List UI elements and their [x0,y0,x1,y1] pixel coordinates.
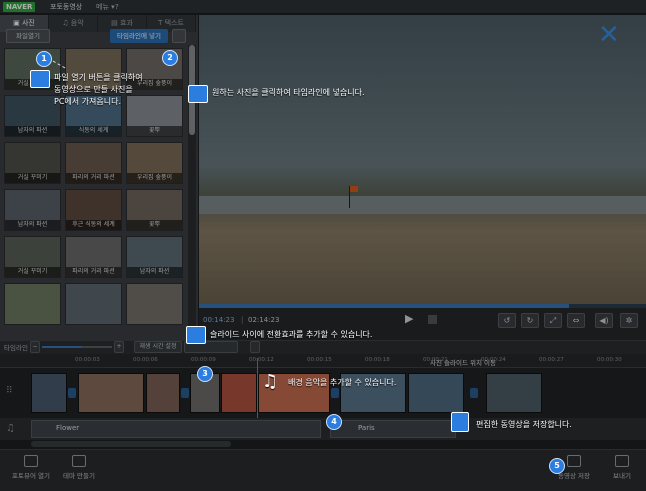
step-badge-2: 2 [162,50,178,66]
step-badge-3: 3 [197,366,213,382]
save-callout-icon [451,412,469,432]
monitor-icon [30,70,50,88]
step-badge-5: 5 [549,458,565,474]
callout-music: 배경 음악을 추가할 수 있습니다. [288,378,397,387]
callout-save: 편집한 동영상을 저장합니다. [476,420,572,429]
film-plus-icon [188,85,208,103]
step-badge-1: 1 [36,51,52,67]
callout-open-file: 파일 열기 버튼을 클릭하여 동영상으로 만들 사진을 PC에서 가져옵니다. [54,73,143,106]
transition-icon [186,326,206,344]
music-callout-icon: ♫ [262,371,279,392]
callout-add-photo: 원하는 사진을 클릭하여 타임라인에 넣습니다. [212,88,365,97]
step-badge-4: 4 [326,414,342,430]
callout-transition: 슬라이드 사이에 전환효과를 추가할 수 있습니다. [210,330,373,339]
